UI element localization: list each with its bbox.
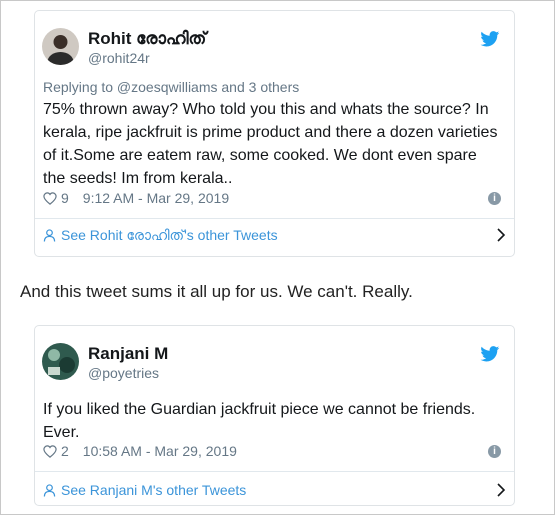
see-other-tweets-link[interactable]: See Rohit രോഹിത്'s other Tweets xyxy=(43,227,506,244)
tweet-text: If you liked the Guardian jackfruit piec… xyxy=(43,401,476,441)
info-icon[interactable]: i xyxy=(488,192,501,205)
author-handle[interactable]: @rohit24r xyxy=(88,50,150,66)
author-name[interactable]: Rohit രോഹിത് xyxy=(88,29,206,49)
embedded-tweet-rohit[interactable]: Rohit രോഹിത് @rohit24r Replying to @zoes… xyxy=(34,10,515,257)
heart-icon[interactable] xyxy=(43,191,57,205)
see-other-tweets-link[interactable]: See Ranjani M's other Tweets xyxy=(43,482,506,498)
chevron-right-icon[interactable] xyxy=(496,228,506,242)
like-count: 9 xyxy=(61,190,69,206)
tweet-meta: 9 9:12 AM - Mar 29, 2019 xyxy=(43,190,229,206)
person-icon xyxy=(43,483,56,497)
timestamp[interactable]: 9:12 AM - Mar 29, 2019 xyxy=(83,190,229,206)
see-other-tweets-label[interactable]: See Ranjani M's other Tweets xyxy=(61,482,246,498)
author-handle[interactable]: @poyetries xyxy=(88,365,159,381)
reply-context[interactable]: Replying to @zoesqwilliams and 3 others xyxy=(43,79,299,95)
chevron-right-icon[interactable] xyxy=(496,483,506,497)
twitter-bird-icon[interactable] xyxy=(480,31,500,47)
like-count: 2 xyxy=(61,443,69,459)
avatar[interactable] xyxy=(42,343,79,380)
article-caption: And this tweet sums it all up for us. We… xyxy=(20,282,413,301)
tweet-text: 75% thrown away? Who told you this and w… xyxy=(43,101,498,187)
avatar[interactable] xyxy=(42,28,79,65)
timestamp[interactable]: 10:58 AM - Mar 29, 2019 xyxy=(83,443,237,459)
divider xyxy=(35,471,514,472)
info-icon[interactable]: i xyxy=(488,445,501,458)
heart-icon[interactable] xyxy=(43,444,57,458)
author-name[interactable]: Ranjani M xyxy=(88,344,168,364)
divider xyxy=(35,218,514,219)
person-icon xyxy=(43,229,56,242)
tweet-meta: 2 10:58 AM - Mar 29, 2019 xyxy=(43,443,237,459)
twitter-bird-icon[interactable] xyxy=(480,346,500,362)
see-other-tweets-label[interactable]: See Rohit രോഹിത്'s other Tweets xyxy=(61,227,278,244)
embedded-tweet-ranjani[interactable]: Ranjani M @poyetries If you liked the Gu… xyxy=(34,325,515,506)
